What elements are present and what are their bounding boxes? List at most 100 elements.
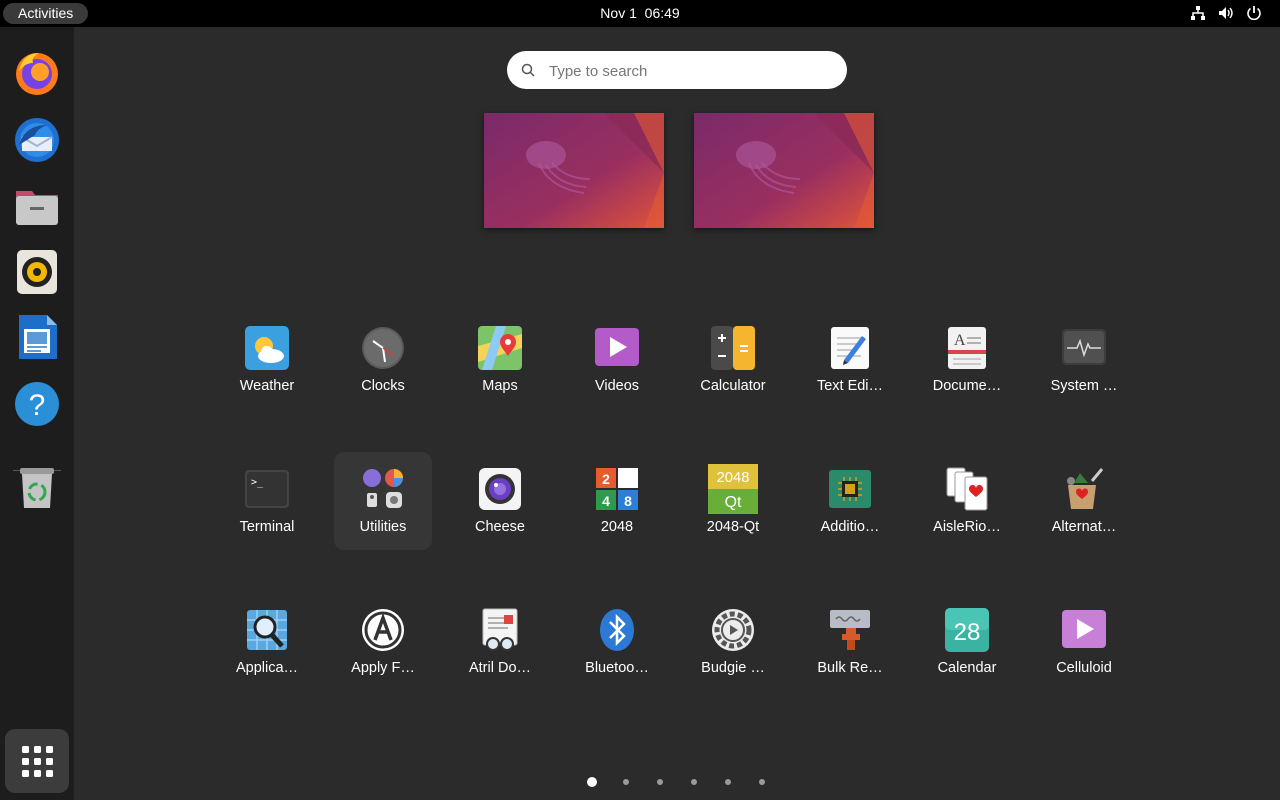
files-icon[interactable] bbox=[13, 181, 61, 229]
rhythmbox-icon[interactable] bbox=[13, 247, 61, 295]
app-label: Bulk Re… bbox=[817, 660, 883, 676]
help-icon[interactable]: ? bbox=[13, 379, 61, 427]
svg-text:28: 28 bbox=[954, 619, 981, 646]
page-indicator bbox=[0, 777, 1280, 787]
app-document-viewer[interactable]: A Docume… bbox=[918, 314, 1016, 412]
app-label: Videos bbox=[594, 378, 640, 394]
app-label: Atril Do… bbox=[468, 660, 532, 676]
system-tray[interactable] bbox=[1190, 5, 1262, 21]
app-atril-document-viewer[interactable]: Atril Do… bbox=[451, 596, 549, 694]
application-finder-icon bbox=[247, 610, 287, 650]
thunderbird-icon[interactable] bbox=[13, 115, 61, 163]
app-maps[interactable]: Maps bbox=[451, 314, 549, 412]
app-label: Cheese bbox=[475, 519, 525, 535]
app-celluloid[interactable]: Celluloid bbox=[1035, 596, 1133, 694]
calculator-icon bbox=[711, 326, 755, 370]
2048-icon: 2 4 8 bbox=[596, 468, 638, 510]
videos-icon bbox=[595, 328, 639, 366]
text-editor-icon bbox=[831, 327, 869, 369]
network-icon[interactable] bbox=[1190, 5, 1206, 21]
app-text-editor[interactable]: Text Edi… bbox=[801, 314, 899, 412]
app-bulk-rename[interactable]: Bulk Re… bbox=[801, 596, 899, 694]
app-label: Apply F… bbox=[351, 660, 415, 676]
dock: ? bbox=[0, 27, 74, 800]
app-label: 2048 bbox=[600, 519, 634, 535]
svg-text:4: 4 bbox=[602, 493, 610, 509]
svg-text:A: A bbox=[954, 332, 966, 349]
app-label: AisleRio… bbox=[933, 519, 1001, 535]
app-calculator[interactable]: Calculator bbox=[684, 314, 782, 412]
app-label: Maps bbox=[482, 378, 518, 394]
svg-text:2: 2 bbox=[602, 471, 610, 487]
app-label: Additio… bbox=[820, 519, 880, 535]
app-label: Weather bbox=[239, 378, 295, 394]
app-label: Budgie … bbox=[701, 660, 765, 676]
app-additional-drivers[interactable]: Additio… bbox=[801, 455, 899, 553]
cheese-icon bbox=[479, 468, 521, 510]
app-2048[interactable]: 2 4 8 2048 bbox=[568, 455, 666, 553]
app-label: System … bbox=[1050, 378, 1118, 394]
app-apply-fixes[interactable]: Apply F… bbox=[334, 596, 432, 694]
apply-fixes-icon bbox=[362, 609, 404, 651]
clock-date: Nov 1 bbox=[600, 5, 637, 21]
app-calendar[interactable]: 28 Calendar bbox=[918, 596, 1016, 694]
document-viewer-icon: A bbox=[948, 327, 986, 369]
weather-icon bbox=[245, 326, 289, 370]
svg-text:>_: >_ bbox=[251, 477, 264, 488]
celluloid-icon bbox=[1062, 610, 1106, 648]
app-label: Clocks bbox=[361, 378, 405, 394]
app-aisleriot[interactable]: AisleRio… bbox=[918, 455, 1016, 553]
maps-icon bbox=[478, 326, 522, 370]
utilities-folder-icon bbox=[363, 469, 403, 508]
search-box[interactable] bbox=[507, 51, 847, 91]
power-icon[interactable] bbox=[1246, 5, 1262, 21]
app-weather[interactable]: Weather bbox=[218, 314, 316, 412]
svg-text:8: 8 bbox=[624, 493, 632, 509]
trash-icon[interactable] bbox=[13, 462, 61, 510]
app-bluetooth[interactable]: Bluetoo… bbox=[568, 596, 666, 694]
app-cheese[interactable]: Cheese bbox=[451, 455, 549, 553]
terminal-icon: >_ bbox=[245, 470, 289, 508]
2048-qt-icon: 2048 Qt bbox=[708, 464, 758, 514]
app-label: Docume… bbox=[932, 378, 1002, 394]
app-label: Calculator bbox=[700, 378, 766, 394]
system-monitor-icon bbox=[1062, 329, 1106, 365]
app-videos[interactable]: Videos bbox=[568, 314, 666, 412]
bulk-rename-icon bbox=[830, 610, 870, 650]
app-system-monitor[interactable]: System … bbox=[1035, 314, 1133, 412]
page-dot-4[interactable] bbox=[691, 779, 697, 785]
page-dot-1[interactable] bbox=[587, 777, 597, 787]
app-alternatives[interactable]: Alternat… bbox=[1035, 455, 1133, 553]
volume-icon[interactable] bbox=[1218, 5, 1234, 21]
app-application-finder[interactable]: Applica… bbox=[218, 596, 316, 694]
aisleriot-cards-icon bbox=[946, 467, 988, 511]
search-input[interactable] bbox=[547, 51, 831, 91]
libreoffice-writer-icon[interactable] bbox=[13, 313, 61, 361]
firefox-icon[interactable] bbox=[13, 49, 61, 97]
app-label: Alternat… bbox=[1051, 519, 1117, 535]
page-dot-6[interactable] bbox=[759, 779, 765, 785]
atril-icon bbox=[482, 608, 518, 651]
budgie-settings-icon bbox=[712, 609, 754, 651]
app-label: Celluloid bbox=[1056, 660, 1112, 676]
svg-text:?: ? bbox=[29, 389, 46, 422]
app-label: Utilities bbox=[359, 519, 407, 535]
clock[interactable]: Nov 1 06:49 bbox=[0, 0, 1280, 27]
workspace-thumbnail-1[interactable] bbox=[484, 113, 664, 228]
app-clocks[interactable]: Clocks bbox=[334, 314, 432, 412]
page-dot-5[interactable] bbox=[725, 779, 731, 785]
workspace-thumbnail-2[interactable] bbox=[694, 113, 874, 228]
page-dot-3[interactable] bbox=[657, 779, 663, 785]
additional-drivers-icon bbox=[829, 470, 871, 508]
clock-icon bbox=[362, 327, 404, 369]
app-label: Bluetoo… bbox=[585, 660, 649, 676]
app-label: Terminal bbox=[239, 519, 295, 535]
app-budgie-control-center[interactable]: Budgie … bbox=[684, 596, 782, 694]
app-terminal[interactable]: >_ Terminal bbox=[218, 455, 316, 553]
bluetooth-icon bbox=[600, 609, 634, 651]
top-bar: Activities Nov 1 06:49 bbox=[0, 0, 1280, 27]
app-folder-utilities[interactable]: Utilities bbox=[334, 452, 432, 550]
page-dot-2[interactable] bbox=[623, 779, 629, 785]
app-2048-qt[interactable]: 2048 Qt 2048-Qt bbox=[684, 455, 782, 553]
alternatives-icon bbox=[1067, 468, 1104, 509]
